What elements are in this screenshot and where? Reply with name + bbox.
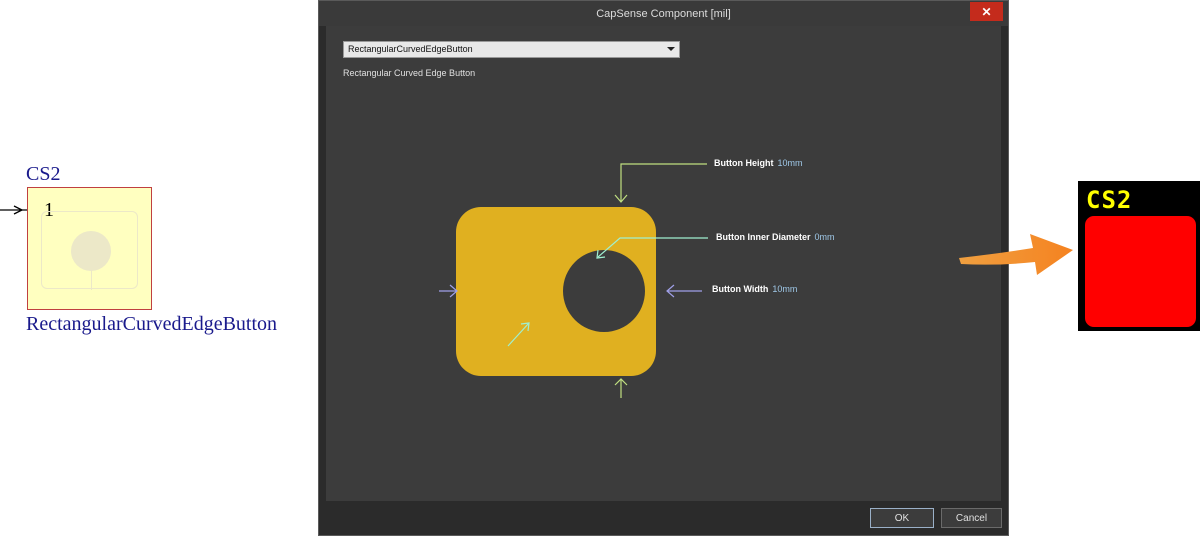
arrow-right-icon xyxy=(959,234,1073,275)
ok-button[interactable]: OK xyxy=(870,508,934,528)
button-width-value[interactable]: 10mm xyxy=(772,284,797,294)
button-height-value[interactable]: 10mm xyxy=(777,158,802,168)
dialog-title: CapSense Component [mil] xyxy=(596,7,731,20)
schematic-designator: CS2 xyxy=(26,163,61,185)
symbol-button-outline xyxy=(41,211,138,290)
dialog-footer: OK Cancel xyxy=(319,501,1008,537)
pin-arrow-icon xyxy=(0,205,27,215)
close-icon: ✕ xyxy=(981,4,992,19)
schematic-symbol-body[interactable]: 1 xyxy=(27,187,152,310)
button-width-label: Button Width 10mm xyxy=(712,284,798,294)
height-arrow-icon xyxy=(614,163,707,203)
button-inner-diameter-value[interactable]: 0mm xyxy=(815,232,835,242)
button-shape xyxy=(456,207,656,376)
cancel-button[interactable]: Cancel xyxy=(941,508,1002,528)
schematic-comment: RectangularCurvedEdgeButton xyxy=(26,313,278,335)
pcb-pad xyxy=(1085,216,1196,327)
button-diagram xyxy=(439,163,708,398)
pcb-designator: CS2 xyxy=(1086,186,1133,214)
button-height-label: Button Height 10mm xyxy=(714,158,803,168)
pcb-footprint-preview: CS2 xyxy=(1078,181,1200,331)
button-inner-diameter-label: Button Inner Diameter 0mm xyxy=(716,232,835,242)
dialog-titlebar[interactable]: CapSense Component [mil] ✕ xyxy=(319,1,1008,26)
height-arrow-bottom-icon xyxy=(614,378,628,398)
dialog-content: RectangularCurvedEdgeButton Rectangular … xyxy=(326,26,1001,501)
close-button[interactable]: ✕ xyxy=(970,2,1003,21)
symbol-divider xyxy=(91,262,92,290)
capsense-dialog: CapSense Component [mil] ✕ RectangularCu… xyxy=(318,0,1009,536)
